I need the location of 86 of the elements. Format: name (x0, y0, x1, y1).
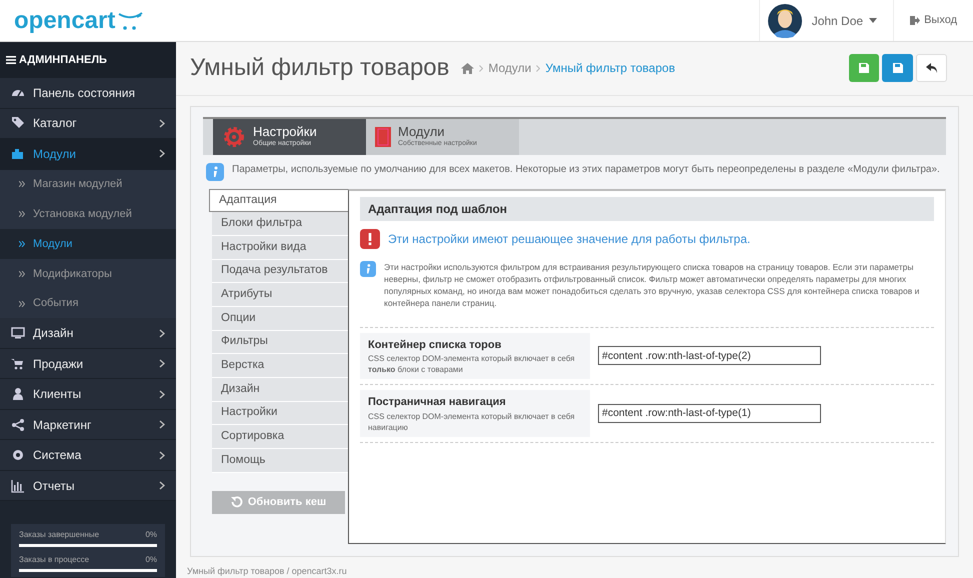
bar-chart-icon (11, 478, 25, 493)
sidebar-item[interactable]: Отчеты (0, 470, 176, 502)
tab-title: Настройки (253, 124, 317, 140)
section-tab[interactable]: Помощь (212, 449, 348, 473)
warning-icon (360, 228, 380, 248)
logout-link[interactable]: Выход (910, 12, 957, 29)
chevron-icon (159, 118, 165, 128)
chevron-icon (159, 481, 165, 490)
monitor-icon (11, 326, 25, 340)
user-menu[interactable]: John Doe (812, 12, 886, 30)
avatar-icon (768, 4, 802, 38)
submenu-item[interactable]: Модификаторы (0, 258, 176, 289)
stat-label: Заказы в процессе (19, 554, 90, 566)
submenu-item[interactable]: События (0, 288, 176, 318)
sidebar-item[interactable]: Маркетинг (0, 410, 176, 440)
sidebar-item[interactable]: Система (0, 440, 176, 471)
breadcrumb-link[interactable]: Модули (488, 59, 532, 78)
field-help: CSS селектор DOM-элемента который включает в себя навигацию (368, 410, 576, 432)
sidebar-item[interactable]: Каталог (0, 108, 176, 139)
info-text: Параметры, используемые по умолчанию для всех макетов. Некоторые из этих параметров могут быть переопределены в разделе «Модули фильтра». (232, 162, 940, 176)
chevron-icon (479, 64, 484, 72)
double-chevron-icon (19, 300, 25, 307)
section-tab[interactable]: Дизайн (212, 378, 348, 402)
page-title: Умный фильтр товаров (190, 53, 450, 84)
field-label: Постраничная навигация (368, 395, 507, 410)
chevron-icon (536, 64, 540, 72)
sign-out-icon (910, 16, 920, 25)
double-chevron-icon (19, 181, 25, 188)
save-icon (892, 63, 902, 74)
sidebar-item[interactable]: Дизайн (0, 318, 176, 349)
section-tab[interactable]: Настройки вида (212, 236, 348, 260)
text-input[interactable]: #content .row:nth-last-of-type(1) (598, 404, 821, 423)
section-heading: Адаптация под шаблон (360, 196, 934, 220)
chevron-icon (159, 390, 165, 399)
submenu-item[interactable]: Установка модулей (0, 199, 176, 230)
chevron-icon (159, 149, 165, 158)
section-tab[interactable]: Верстка (212, 354, 348, 378)
sidebar-item[interactable]: Модули (0, 139, 176, 170)
user-icon (11, 387, 25, 402)
breadcrumb-link[interactable]: Умный фильтр товаров (545, 59, 676, 78)
info-icon (206, 162, 224, 180)
save-button[interactable] (849, 54, 879, 82)
text-input[interactable]: #content .row:nth-last-of-type(2) (598, 346, 821, 366)
tag-icon (11, 116, 25, 130)
puzzle-icon (11, 146, 25, 161)
section-tab[interactable]: Блоки фильтра (212, 212, 348, 236)
info-icon (360, 260, 376, 276)
home-icon[interactable] (461, 62, 474, 74)
section-tab[interactable]: Атрибуты (212, 283, 348, 307)
double-chevron-icon (19, 270, 25, 277)
stat-value: 0% (145, 554, 157, 566)
caret-icon (869, 18, 878, 23)
opencart-logo[interactable]: opencart (14, 8, 116, 32)
sidebar-item[interactable]: Продажи (0, 348, 176, 380)
back-button[interactable] (916, 54, 947, 82)
submenu-item[interactable]: Магазин модулей (0, 170, 176, 200)
field-label: Контейнер списка торов (368, 338, 502, 352)
cart-swoosh-icon (117, 10, 144, 30)
sidebar-item[interactable]: Панель состояния (0, 78, 176, 108)
chevron-icon (159, 450, 165, 460)
chevron-icon (159, 359, 165, 368)
refresh-icon (230, 496, 243, 508)
stat-label: Заказы завершенные (19, 529, 100, 542)
cart-icon (11, 356, 25, 371)
warning-text: Эти настройки имеют решающее значение для работы фильтра. (388, 230, 750, 248)
section-tab[interactable]: Настройки (212, 402, 348, 426)
sidebar-title: АДМИНПАНЕЛЬ (19, 52, 107, 68)
section-tab[interactable]: Адаптация (209, 188, 348, 212)
chevron-icon (159, 328, 165, 338)
section-tab[interactable]: Сортировка (212, 425, 348, 450)
menu-icon (6, 56, 16, 64)
reply-arrow-icon (926, 63, 938, 74)
sidebar-item[interactable]: Клиенты (0, 379, 176, 410)
share-icon (11, 418, 25, 432)
double-chevron-icon (19, 240, 25, 247)
footer-text: Умный фильтр товаров / opencart3x.ru (187, 564, 348, 578)
stat-value: 0% (145, 529, 157, 542)
tab-title: Модули (398, 124, 445, 140)
chevron-icon (159, 420, 165, 430)
section-tab[interactable]: Подача результатов (212, 260, 348, 284)
note-text: Эти настройки используются фильтром для встраивания результирующего списка товаров на страницу товаров. Если эти параметры неверны, фильтр не сможет отобразить отфильтрованный список. Фильтр может автоматически определять параметры для многих популярных команд, но иногда вам может понадобиться сделать это вручную, указав селектора CSS для контейнера списка товаров и контейнера панели страниц. (384, 260, 920, 308)
section-tab[interactable]: Фильтры (212, 330, 348, 354)
double-chevron-icon (19, 211, 25, 218)
field-help: CSS селектор DOM-элемента который включает в себя только блоки с товарами (368, 353, 576, 375)
section-tab[interactable]: Опции (212, 306, 348, 331)
save-icon (859, 63, 869, 74)
